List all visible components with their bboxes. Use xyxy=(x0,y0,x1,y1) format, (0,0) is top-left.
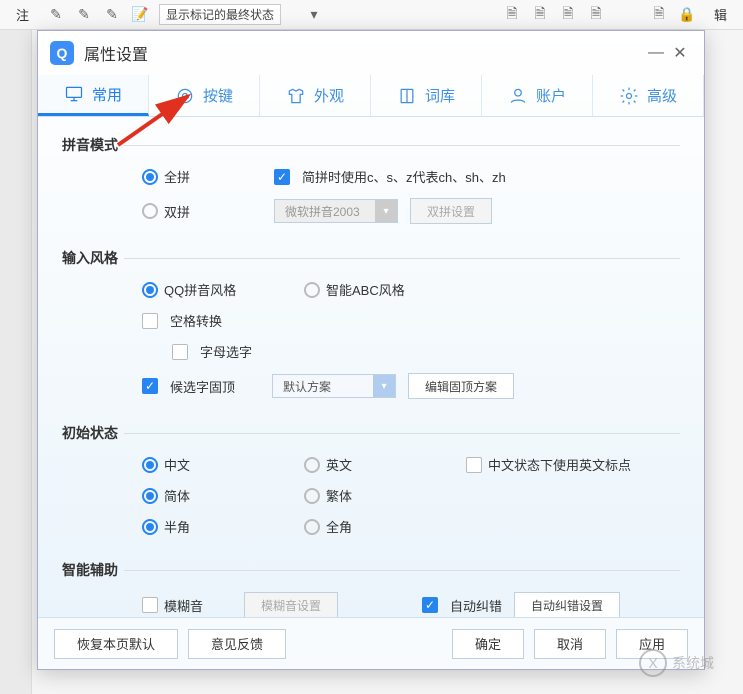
bg-icon-5[interactable]: 🗎 xyxy=(503,6,521,24)
bg-icon-edit[interactable]: 📝 xyxy=(131,6,149,24)
bg-icon-8[interactable]: 🗎 xyxy=(587,6,605,24)
chevron-down-icon[interactable]: ▾ xyxy=(373,375,395,397)
tab-common[interactable]: 常用 xyxy=(38,75,149,116)
section-input-title: 输入风格 xyxy=(62,248,680,268)
label-chinese: 中文 xyxy=(164,455,190,474)
radio-fullwidth[interactable] xyxy=(304,519,320,535)
chevron-down-icon: ▾ xyxy=(375,200,397,222)
label-halfwidth: 半角 xyxy=(164,517,190,536)
select-double-scheme: 微软拼音2003 ▾ xyxy=(274,199,398,223)
label-fuzzy: 模糊音 xyxy=(164,596,203,615)
app-logo: Q xyxy=(50,41,74,65)
section-pinyin-title: 拼音模式 xyxy=(62,135,680,155)
radio-full-pinyin[interactable] xyxy=(142,169,158,185)
tab-label: 高级 xyxy=(647,85,677,106)
radio-english[interactable] xyxy=(304,457,320,473)
feedback-button[interactable]: 意见反馈 xyxy=(188,629,286,659)
label-full-pinyin: 全拼 xyxy=(164,167,190,186)
label-pin-candidate: 候选字固顶 xyxy=(170,377,260,396)
shirt-icon xyxy=(286,86,306,106)
label-en-punct: 中文状态下使用英文标点 xyxy=(488,455,631,474)
label-traditional: 繁体 xyxy=(326,486,352,505)
minimize-button[interactable]: — xyxy=(644,41,668,65)
radio-abc-style[interactable] xyxy=(304,282,320,298)
label-autofix: 自动纠错 xyxy=(450,596,502,615)
bg-icon-2[interactable]: ✎ xyxy=(75,6,93,24)
tab-advanced[interactable]: 高级 xyxy=(593,75,704,116)
dialog-title: 属性设置 xyxy=(84,41,644,65)
checkbox-en-punct[interactable] xyxy=(466,457,482,473)
tab-label: 词库 xyxy=(425,85,455,106)
fuzzy-settings-button: 模糊音设置 xyxy=(244,592,338,617)
tab-account[interactable]: 账户 xyxy=(482,75,593,116)
monitor-icon xyxy=(64,84,84,104)
label-simplified: 简体 xyxy=(164,486,190,505)
book-icon xyxy=(397,86,417,106)
select-pin-scheme[interactable]: 默认方案 ▾ xyxy=(272,374,396,398)
double-settings-button: 双拼设置 xyxy=(410,198,492,224)
user-icon xyxy=(508,86,528,106)
close-button[interactable]: ✕ xyxy=(668,41,692,65)
checkbox-simplified-pinyin[interactable] xyxy=(274,169,290,185)
checkbox-fuzzy[interactable] xyxy=(142,597,158,613)
tab-label: 外观 xyxy=(314,85,344,106)
checkbox-letter-select[interactable] xyxy=(172,344,188,360)
tab-dictionary[interactable]: 词库 xyxy=(371,75,482,116)
ok-button[interactable]: 确定 xyxy=(452,629,524,659)
bg-right-label: 辑 xyxy=(706,1,735,28)
label-abc-style: 智能ABC风格 xyxy=(326,280,405,299)
radio-simplified[interactable] xyxy=(142,488,158,504)
bg-lock-icon[interactable]: 🔒 xyxy=(678,6,696,24)
edit-pin-button[interactable]: 编辑固顶方案 xyxy=(408,373,514,399)
autofix-settings-button[interactable]: 自动纠错设置 xyxy=(514,592,620,617)
bg-icon-4[interactable]: ▾ xyxy=(305,6,323,24)
bg-icon-6[interactable]: 🗎 xyxy=(531,6,549,24)
label-qq-style: QQ拼音风格 xyxy=(164,280,236,299)
cancel-button[interactable]: 取消 xyxy=(534,629,606,659)
restore-defaults-button[interactable]: 恢复本页默认 xyxy=(54,629,178,659)
gear-icon xyxy=(619,86,639,106)
radio-chinese[interactable] xyxy=(142,457,158,473)
tab-label: 按键 xyxy=(203,85,233,106)
tab-label: 账户 xyxy=(536,85,566,106)
radio-traditional[interactable] xyxy=(304,488,320,504)
key-icon xyxy=(175,86,195,106)
checkbox-pin-candidate[interactable] xyxy=(142,378,158,394)
tab-keys[interactable]: 按键 xyxy=(149,75,260,116)
radio-double-pinyin[interactable] xyxy=(142,203,158,219)
label-space-convert: 空格转换 xyxy=(170,311,222,330)
section-initial-title: 初始状态 xyxy=(62,423,680,443)
checkbox-autofix[interactable] xyxy=(422,597,438,613)
bg-note-label: 注 xyxy=(8,1,37,28)
bg-status-dropdown[interactable]: 显示标记的最终状态 xyxy=(159,4,281,25)
bg-icon-9[interactable]: 🗎 xyxy=(650,6,668,24)
settings-dialog: Q 属性设置 — ✕ 常用 按键 外观 词库 账户 高级 xyxy=(37,30,705,670)
bg-icon-7[interactable]: 🗎 xyxy=(559,6,577,24)
label-simplified-pinyin: 简拼时使用c、s、z代表ch、sh、zh xyxy=(302,167,506,186)
apply-button[interactable]: 应用 xyxy=(616,629,688,659)
label-fullwidth: 全角 xyxy=(326,517,352,536)
bg-icon-1[interactable]: ✎ xyxy=(47,6,65,24)
label-english: 英文 xyxy=(326,455,352,474)
radio-qq-style[interactable] xyxy=(142,282,158,298)
label-letter-select: 字母选字 xyxy=(200,342,252,361)
checkbox-space-convert[interactable] xyxy=(142,313,158,329)
radio-halfwidth[interactable] xyxy=(142,519,158,535)
tab-appearance[interactable]: 外观 xyxy=(260,75,371,116)
tab-label: 常用 xyxy=(92,84,122,105)
bg-icon-3[interactable]: ✎ xyxy=(103,6,121,24)
section-smart-title: 智能辅助 xyxy=(62,560,680,580)
label-double-pinyin: 双拼 xyxy=(164,202,190,221)
